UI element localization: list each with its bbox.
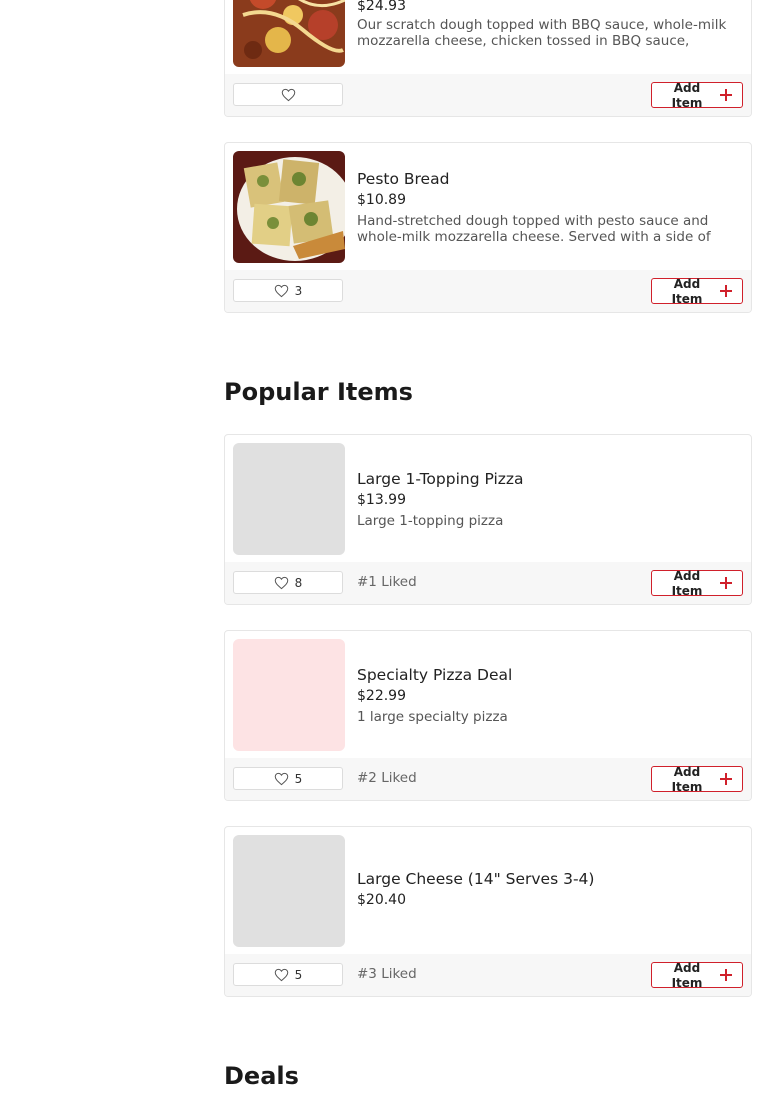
popular-item-card[interactable]: Specialty Pizza Deal $22.99 1 large spec…	[224, 630, 752, 801]
item-name: Specialty Pizza Deal	[357, 666, 513, 684]
item-price: $20.40	[357, 892, 406, 908]
heart-outline-icon	[274, 284, 288, 297]
item-photo-placeholder[interactable]	[233, 443, 345, 555]
like-count: 5	[294, 967, 303, 982]
section-title-deals: Deals	[224, 1062, 299, 1090]
add-item-button[interactable]: Add Item	[651, 569, 743, 598]
item-footer: 5 #3 Liked Add Item	[225, 954, 751, 996]
item-footer: Add Item	[225, 74, 751, 116]
section-title-popular: Popular Items	[224, 378, 413, 406]
like-button[interactable]: 3	[233, 279, 343, 302]
like-count: 8	[294, 575, 303, 590]
item-name: Pesto Bread	[357, 170, 450, 188]
item-name: Large 1-Topping Pizza	[357, 470, 524, 488]
like-button[interactable]	[233, 83, 343, 106]
item-photo[interactable]	[233, 0, 345, 67]
item-footer: 5 #2 Liked Add Item	[225, 758, 751, 800]
liked-rank: #1 Liked	[357, 574, 417, 590]
heart-outline-icon	[281, 88, 295, 101]
like-count: 5	[294, 771, 303, 786]
add-item-button[interactable]: Add Item	[651, 81, 743, 110]
item-footer: 3 Add Item	[225, 270, 751, 312]
heart-outline-icon	[274, 772, 288, 785]
item-name: Large Cheese (14" Serves 3-4)	[357, 870, 595, 888]
add-item-label: Add Item	[671, 961, 703, 990]
item-description: Hand-stretched dough topped with pesto s…	[357, 213, 711, 245]
popular-item-card[interactable]: Large 1-Topping Pizza $13.99 Large 1-top…	[224, 434, 752, 605]
item-description: Large 1-topping pizza	[357, 513, 504, 529]
item-photo[interactable]	[233, 151, 345, 263]
liked-rank: #2 Liked	[357, 770, 417, 786]
item-description: 1 large specialty pizza	[357, 709, 508, 725]
menu-item-card[interactable]: $24.93 Our scratch dough topped with BBQ…	[224, 0, 752, 117]
popular-item-card[interactable]: Large Cheese (14" Serves 3-4) $20.40 5 #…	[224, 826, 752, 997]
item-price: $13.99	[357, 492, 406, 508]
item-price: $24.93	[357, 0, 406, 14]
add-item-label: Add Item	[671, 765, 703, 794]
menu-item-card[interactable]: Pesto Bread $10.89 Hand-stretched dough …	[224, 142, 752, 313]
plus-icon	[720, 577, 732, 589]
plus-icon	[720, 969, 732, 981]
add-item-label: Add Item	[671, 81, 703, 110]
item-footer: 8 #1 Liked Add Item	[225, 562, 751, 604]
item-photo-placeholder[interactable]	[233, 639, 345, 751]
item-price: $22.99	[357, 688, 406, 704]
like-button[interactable]: 5	[233, 963, 343, 986]
item-price: $10.89	[357, 192, 406, 208]
plus-icon	[720, 89, 732, 101]
item-photo-placeholder[interactable]	[233, 835, 345, 947]
plus-icon	[720, 285, 732, 297]
like-count: 3	[294, 283, 303, 298]
liked-rank: #3 Liked	[357, 966, 417, 982]
add-item-label: Add Item	[671, 277, 703, 306]
item-description: Our scratch dough topped with BBQ sauce,…	[357, 17, 727, 49]
add-item-button[interactable]: Add Item	[651, 765, 743, 794]
add-item-button[interactable]: Add Item	[651, 277, 743, 306]
heart-outline-icon	[274, 968, 288, 981]
plus-icon	[720, 773, 732, 785]
like-button[interactable]: 8	[233, 571, 343, 594]
add-item-label: Add Item	[671, 569, 703, 598]
heart-outline-icon	[274, 576, 288, 589]
like-button[interactable]: 5	[233, 767, 343, 790]
add-item-button[interactable]: Add Item	[651, 961, 743, 990]
